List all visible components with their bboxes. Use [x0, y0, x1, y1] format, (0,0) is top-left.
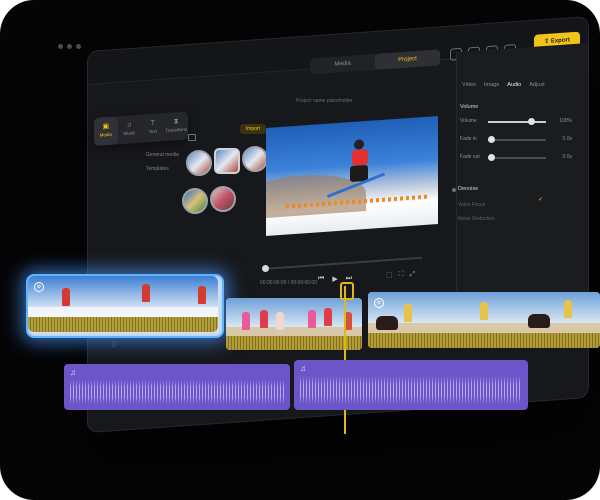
timeline-track-icon[interactable]: ▯ [112, 340, 116, 348]
upload-icon: ⇪ [544, 38, 551, 46]
denoise-option-voice-focus[interactable]: Voice Focus [458, 202, 485, 208]
music-note-icon: ♫ [126, 121, 132, 129]
clip-sky [28, 276, 218, 307]
tab-video[interactable]: Video [462, 82, 476, 88]
zoom-dot[interactable] [76, 44, 81, 49]
fade-in-knob[interactable] [488, 136, 495, 143]
fullscreen-icon[interactable]: ⛶ [399, 271, 404, 279]
crop-icon[interactable]: ⬚ [386, 271, 393, 279]
folder-icon[interactable] [188, 134, 196, 141]
denoise-title: Denoise [458, 186, 479, 192]
import-button[interactable]: Import [240, 124, 266, 134]
clip-settings-icon[interactable]: ⚙ [34, 282, 44, 292]
tab-adjust[interactable]: Adjust [529, 82, 544, 88]
clip-horse [528, 314, 550, 328]
media-thumbnail-selected[interactable] [214, 148, 240, 174]
audio-clip-1[interactable]: ♫ [64, 364, 290, 410]
volume-knob[interactable] [528, 118, 535, 125]
media-thumbnail[interactable] [182, 188, 208, 214]
music-note-icon: ♫ [300, 364, 306, 373]
fade-in-value[interactable]: 0.0s [563, 136, 572, 142]
play-icon[interactable]: ▶ [332, 275, 337, 283]
preview-view-controls: ⬚ ⛶ ⤢ [386, 271, 415, 279]
clip-audio-wave [28, 317, 218, 332]
text-icon: T [150, 119, 155, 128]
clip-person [242, 312, 250, 330]
selected-clip-frames [28, 276, 218, 332]
close-dot[interactable] [58, 44, 63, 49]
clip-person [324, 308, 332, 326]
tab-image[interactable]: Image [484, 82, 499, 88]
expand-icon[interactable]: ⤢ [410, 271, 416, 279]
fade-out-knob[interactable] [488, 154, 495, 161]
playback-progress-knob[interactable] [262, 265, 269, 272]
audio-waveform [300, 376, 522, 404]
window-controls [58, 44, 81, 49]
nav-text[interactable]: T Text [141, 113, 165, 143]
media-thumbnail[interactable] [186, 150, 212, 176]
fade-in-track[interactable] [488, 139, 546, 141]
clip-audio-wave [368, 333, 600, 348]
media-category-list: General media Templates [146, 148, 179, 176]
import-label: Import [245, 126, 261, 132]
fade-in-label: Fade in [460, 136, 477, 142]
clip-skier [62, 288, 70, 306]
clip-person [276, 312, 284, 330]
denoise-option-noise-reduction[interactable]: Noise Reduction [458, 216, 495, 222]
clip-rider [404, 304, 412, 322]
category-templates[interactable]: Templates [146, 162, 179, 176]
nav-media-label: Media [99, 131, 112, 138]
clip-person [260, 310, 268, 328]
denoise-dot-icon [452, 188, 456, 192]
fade-out-label: Fade out [460, 154, 480, 160]
media-thumbnail[interactable] [242, 146, 268, 172]
video-clip-beach[interactable] [226, 298, 362, 350]
nav-transitions[interactable]: ⧗ Transitions [165, 111, 189, 141]
fade-out-value[interactable]: 0.0s [563, 154, 572, 160]
tab-media[interactable]: Media [310, 54, 375, 75]
video-preview[interactable] [266, 115, 438, 236]
preview-skier [327, 136, 385, 198]
audio-clip-2[interactable]: ♫ [294, 360, 528, 410]
project-name[interactable]: Project name placeholder [296, 98, 353, 104]
nav-music-label: Music [123, 130, 136, 136]
nav-text-label: Text [148, 128, 157, 135]
minimize-dot[interactable] [67, 44, 72, 49]
clip-person [308, 310, 316, 328]
previous-frame-icon[interactable]: ⏮ [318, 275, 324, 283]
selected-video-clip[interactable]: ⚙ [26, 274, 224, 338]
tab-project[interactable]: Project [375, 49, 440, 70]
volume-label: Volume [460, 118, 477, 124]
denoise-check-icon[interactable]: ✓ [538, 196, 543, 203]
timecode: 00:00:00:00 / 00:00:00:00 [260, 280, 317, 286]
nav-transitions-label: Transitions [165, 126, 188, 134]
nav-music[interactable]: ♫ Music [118, 115, 142, 145]
device-frame: Media Project ⇪ Export ▣ Media ♫ Music T [0, 0, 600, 500]
clip-audio-wave [226, 336, 362, 350]
video-clip-horses[interactable]: ⚙ [368, 292, 600, 348]
clip-skier [142, 284, 150, 302]
clip-settings-icon[interactable]: ⚙ [374, 298, 384, 308]
category-general-media[interactable]: General media [146, 148, 179, 162]
media-thumbnail[interactable] [210, 186, 236, 212]
audio-waveform [70, 380, 284, 404]
volume-fill [488, 121, 546, 123]
fade-out-track[interactable] [488, 157, 546, 159]
volume-value[interactable]: 100% [559, 118, 572, 124]
folder-icon: ▣ [102, 122, 110, 131]
clip-skier [198, 286, 206, 304]
volume-section-title: Volume [460, 104, 479, 110]
clip-horse [376, 316, 398, 330]
nav-media[interactable]: ▣ Media [94, 116, 118, 146]
skier-jacket [352, 148, 368, 166]
clip-rider [480, 302, 488, 320]
music-note-icon: ♫ [70, 368, 76, 377]
clip-rider [564, 300, 572, 318]
playhead-handle[interactable] [340, 282, 354, 300]
properties-tabs: Video Image Audio Adjust [462, 82, 545, 88]
tab-audio[interactable]: Audio [507, 82, 521, 88]
